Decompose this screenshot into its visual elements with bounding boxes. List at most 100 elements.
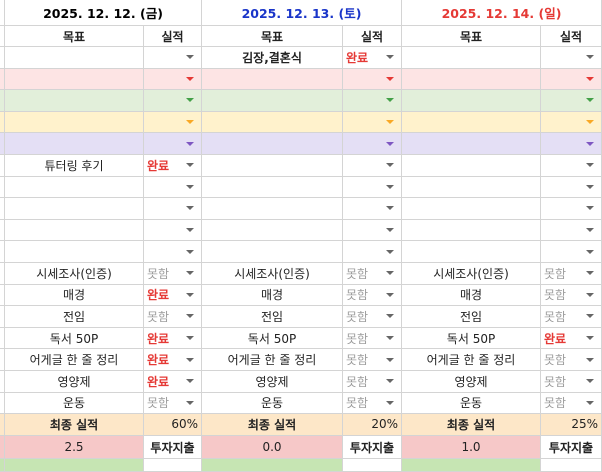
result-dropdown[interactable]: 못함 (541, 371, 602, 393)
goal-cell[interactable] (202, 176, 343, 199)
dropdown-arrow-icon[interactable] (586, 336, 594, 341)
result-dropdown[interactable]: 못함 (343, 392, 402, 415)
dropdown-arrow-icon[interactable] (386, 400, 394, 405)
result-dropdown[interactable] (144, 219, 202, 242)
result-dropdown[interactable] (343, 198, 402, 220)
result-dropdown[interactable] (541, 176, 602, 199)
goal-cell[interactable] (5, 176, 144, 199)
goal-cell[interactable]: 전임 (402, 306, 541, 328)
goal-cell[interactable] (202, 155, 343, 177)
dropdown-arrow-icon[interactable] (186, 271, 194, 276)
dropdown-arrow-icon[interactable] (186, 141, 194, 146)
goal-cell[interactable]: 어게글 한 줄 정리 (402, 349, 541, 371)
dropdown-arrow-icon[interactable] (186, 228, 194, 233)
dropdown-arrow-icon[interactable] (186, 184, 194, 189)
dropdown-arrow-icon[interactable] (586, 357, 594, 362)
goal-cell[interactable] (5, 198, 144, 220)
goal-cell[interactable] (5, 47, 144, 69)
goal-cell[interactable] (202, 68, 343, 91)
goal-cell[interactable] (402, 241, 541, 263)
investment-value[interactable]: 2.5 (5, 435, 144, 460)
dropdown-arrow-icon[interactable] (386, 141, 394, 146)
result-dropdown[interactable] (144, 133, 202, 155)
dropdown-arrow-icon[interactable] (586, 55, 594, 60)
goal-cell[interactable] (202, 90, 343, 112)
dropdown-arrow-icon[interactable] (586, 120, 594, 125)
dropdown-arrow-icon[interactable] (186, 55, 194, 60)
dropdown-arrow-icon[interactable] (386, 314, 394, 319)
result-dropdown[interactable] (541, 198, 602, 220)
result-dropdown[interactable]: 완료 (144, 155, 202, 177)
result-dropdown[interactable] (144, 241, 202, 263)
result-dropdown[interactable] (144, 47, 202, 69)
dropdown-arrow-icon[interactable] (186, 314, 194, 319)
dropdown-arrow-icon[interactable] (186, 76, 194, 81)
goal-cell[interactable]: 운동 (402, 392, 541, 415)
goal-cell[interactable] (202, 198, 343, 220)
result-dropdown[interactable] (343, 111, 402, 134)
goal-cell[interactable]: 전임 (202, 306, 343, 328)
result-dropdown[interactable] (144, 90, 202, 112)
dropdown-arrow-icon[interactable] (386, 163, 394, 168)
goal-cell[interactable] (402, 155, 541, 177)
investment-value[interactable]: 0.0 (202, 435, 343, 460)
goal-cell[interactable]: 영양제 (5, 371, 144, 393)
goal-cell[interactable]: 독서 50P (5, 327, 144, 350)
dropdown-arrow-icon[interactable] (186, 120, 194, 125)
dropdown-arrow-icon[interactable] (586, 400, 594, 405)
result-dropdown[interactable] (144, 111, 202, 134)
goal-cell[interactable]: 독서 50P (202, 327, 343, 350)
dropdown-arrow-icon[interactable] (186, 206, 194, 211)
dropdown-arrow-icon[interactable] (386, 184, 394, 189)
dropdown-arrow-icon[interactable] (186, 336, 194, 341)
result-dropdown[interactable]: 못함 (541, 263, 602, 285)
dropdown-arrow-icon[interactable] (586, 314, 594, 319)
result-dropdown[interactable] (343, 219, 402, 242)
result-dropdown[interactable] (343, 176, 402, 199)
goal-cell[interactable] (5, 90, 144, 112)
result-dropdown[interactable]: 못함 (541, 392, 602, 415)
goal-cell[interactable] (5, 133, 144, 155)
dropdown-arrow-icon[interactable] (386, 379, 394, 384)
dropdown-arrow-icon[interactable] (386, 292, 394, 297)
dropdown-arrow-icon[interactable] (586, 292, 594, 297)
dropdown-arrow-icon[interactable] (386, 55, 394, 60)
result-dropdown[interactable] (144, 198, 202, 220)
result-dropdown[interactable] (541, 133, 602, 155)
result-dropdown[interactable]: 못함 (144, 392, 202, 415)
dropdown-arrow-icon[interactable] (186, 249, 194, 254)
result-dropdown[interactable] (541, 155, 602, 177)
result-dropdown[interactable]: 못함 (541, 349, 602, 371)
goal-cell[interactable]: 시세조사(인증) (5, 263, 144, 285)
result-dropdown[interactable]: 완료 (144, 371, 202, 393)
goal-cell[interactable] (402, 111, 541, 134)
goal-cell[interactable]: 시세조사(인증) (202, 263, 343, 285)
result-dropdown[interactable] (541, 90, 602, 112)
dropdown-arrow-icon[interactable] (586, 184, 594, 189)
dropdown-arrow-icon[interactable] (186, 357, 194, 362)
result-dropdown[interactable] (343, 90, 402, 112)
goal-cell[interactable] (202, 111, 343, 134)
result-dropdown[interactable] (541, 111, 602, 134)
dropdown-arrow-icon[interactable] (386, 249, 394, 254)
result-dropdown[interactable] (541, 219, 602, 242)
result-dropdown[interactable]: 못함 (343, 284, 402, 307)
result-dropdown[interactable] (144, 176, 202, 199)
result-dropdown[interactable]: 못함 (541, 284, 602, 307)
dropdown-arrow-icon[interactable] (186, 98, 194, 103)
result-dropdown[interactable] (343, 155, 402, 177)
goal-cell[interactable] (202, 219, 343, 242)
result-dropdown[interactable] (541, 241, 602, 263)
goal-cell[interactable]: 어게글 한 줄 정리 (5, 349, 144, 371)
dropdown-arrow-icon[interactable] (586, 228, 594, 233)
dropdown-arrow-icon[interactable] (186, 400, 194, 405)
dropdown-arrow-icon[interactable] (586, 379, 594, 384)
dropdown-arrow-icon[interactable] (586, 141, 594, 146)
dropdown-arrow-icon[interactable] (386, 76, 394, 81)
dropdown-arrow-icon[interactable] (386, 206, 394, 211)
goal-cell[interactable]: 운동 (5, 392, 144, 415)
goal-cell[interactable]: 김장,결혼식 (202, 47, 343, 69)
result-dropdown[interactable] (343, 241, 402, 263)
result-dropdown[interactable]: 못함 (144, 306, 202, 328)
dropdown-arrow-icon[interactable] (186, 163, 194, 168)
